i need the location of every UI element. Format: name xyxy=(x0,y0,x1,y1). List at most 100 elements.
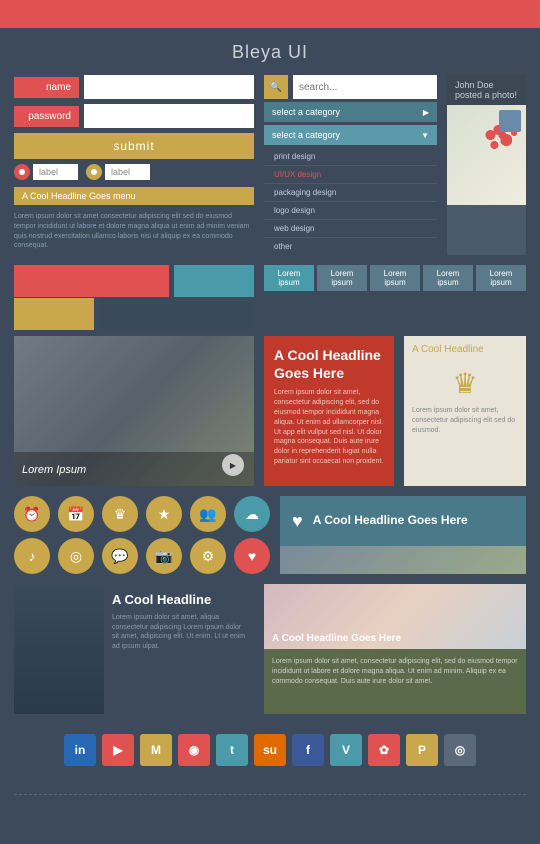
menu-item-print[interactable]: print design xyxy=(264,148,437,165)
icon-cloud[interactable]: ☁ xyxy=(234,496,270,532)
color-red xyxy=(14,265,169,297)
bottom-card-image xyxy=(14,584,104,714)
social-pinterest[interactable]: P xyxy=(406,734,438,766)
search-input[interactable] xyxy=(293,75,437,99)
social-vimeo[interactable]: V xyxy=(330,734,362,766)
icon-star[interactable]: ★ xyxy=(146,496,182,532)
bottom-card-text: Lorem ipsum dolor sit amet, aliqua conse… xyxy=(112,613,246,652)
menu-item-web[interactable]: web design xyxy=(264,220,437,237)
icon-heart[interactable]: ♥ xyxy=(234,538,270,574)
menu-item-logo[interactable]: logo design xyxy=(264,202,437,219)
password-label: password xyxy=(14,106,79,127)
radio-row: label label xyxy=(14,164,254,180)
image-card-label: Lorem Ipsum xyxy=(22,464,86,476)
crown-card-title: A Cool Headline xyxy=(412,344,518,355)
icon-users[interactable]: 👥 xyxy=(190,496,226,532)
radio-circle-1 xyxy=(14,164,30,180)
icon-crown[interactable]: ♛ xyxy=(102,496,138,532)
social-other[interactable]: ◎ xyxy=(444,734,476,766)
social-facebook[interactable]: f xyxy=(292,734,324,766)
bottom-card-right: A Cool Headline Goes Here Lorem ipsum do… xyxy=(264,584,526,714)
heart-icon: ♥ xyxy=(292,511,303,532)
row-5: A Cool Headline Lorem ipsum dolor sit am… xyxy=(14,584,526,714)
form-text: Lorem ipsum dolor sit amet consectetur a… xyxy=(14,212,254,251)
bottom-right-image: A Cool Headline Goes Here xyxy=(264,584,526,649)
tab-2[interactable]: Lorem ipsum xyxy=(317,265,367,291)
color-gold xyxy=(14,298,94,330)
bottom-right-text-section: Lorem ipsum dolor sit amet, consectetur … xyxy=(264,649,526,714)
heart-box: ♥ A Cool Headline Goes Here xyxy=(280,496,526,546)
overlay-headline: A Cool Headline Goes Here xyxy=(272,633,401,644)
menu-item-other[interactable]: other xyxy=(264,238,437,255)
tab-1[interactable]: Lorem ipsum xyxy=(264,265,314,291)
radio-item-1[interactable]: label xyxy=(14,164,78,180)
menu-item-packaging[interactable]: packaging design xyxy=(264,184,437,201)
play-button[interactable]: ▶ xyxy=(222,454,244,476)
social-youtube[interactable]: ▶ xyxy=(102,734,134,766)
name-input[interactable] xyxy=(84,75,254,99)
dropdown-1[interactable]: select a category ▶ xyxy=(264,102,437,122)
dropdown-1-label: select a category xyxy=(272,107,340,117)
dropdown-2[interactable]: select a category ▼ xyxy=(264,125,437,145)
social-gmail[interactable]: M xyxy=(140,734,172,766)
social-image xyxy=(447,105,526,205)
radio-circle-2 xyxy=(86,164,102,180)
row-4: ⏰ 📅 ♛ ★ 👥 ☁ ♪ ◎ 💬 📷 ⚙ ♥ ♥ A Cool Headlin… xyxy=(14,496,526,574)
headline-card-title: A Cool Headline Goes Here xyxy=(274,346,384,382)
social-twitter[interactable]: t xyxy=(216,734,248,766)
icon-chat[interactable]: 💬 xyxy=(102,538,138,574)
social-linkedin[interactable]: in xyxy=(64,734,96,766)
name-label: name xyxy=(14,77,79,98)
color-row-1 xyxy=(14,265,254,293)
bottom-card-content: A Cool Headline Lorem ipsum dolor sit am… xyxy=(104,584,254,714)
menu-item-uiux[interactable]: UI/UX design xyxy=(264,166,437,183)
form-section: name password submit label xyxy=(14,75,254,255)
crown-card-text: Lorem ipsum dolor sit amet, consectetur … xyxy=(412,406,518,435)
icon-row-1: ⏰ 📅 ♛ ★ 👥 ☁ xyxy=(14,496,270,532)
icon-calendar[interactable]: 📅 xyxy=(58,496,94,532)
banner-image xyxy=(280,546,526,574)
password-row: password xyxy=(14,104,254,128)
image-card: Lorem Ipsum ▶ xyxy=(14,336,254,486)
icon-share[interactable]: ◎ xyxy=(58,538,94,574)
footer-line xyxy=(14,794,526,795)
dropdown-menu: print design UI/UX design packaging desi… xyxy=(264,148,437,255)
color-teal xyxy=(174,265,254,297)
radio-inner-2 xyxy=(91,169,97,175)
radio-inner-1 xyxy=(19,169,25,175)
tab-5[interactable]: Lorem ipsum xyxy=(476,265,526,291)
icon-camera[interactable]: 📷 xyxy=(146,538,182,574)
dropdown-arrow-1: ▶ xyxy=(423,108,429,117)
radio-label-2: label xyxy=(105,164,150,180)
color-row-2 xyxy=(14,298,254,326)
radio-item-2[interactable]: label xyxy=(86,164,150,180)
tab-3[interactable]: Lorem ipsum xyxy=(370,265,420,291)
tabs-row: Lorem ipsum Lorem ipsum Lorem ipsum Lore… xyxy=(264,265,526,291)
row-1: name password submit label xyxy=(14,75,526,255)
tab-4[interactable]: Lorem ipsum xyxy=(423,265,473,291)
search-row: 🔍 xyxy=(264,75,437,99)
crown-icon: ♛ xyxy=(412,367,518,400)
radio-label-1: label xyxy=(33,164,78,180)
page-title: Bleya UI xyxy=(0,28,540,75)
heart-banner-section: ♥ A Cool Headline Goes Here xyxy=(280,496,526,574)
bottom-card-title: A Cool Headline xyxy=(112,592,246,609)
main-content: name password submit label xyxy=(0,75,540,786)
bottom-card-left: A Cool Headline Lorem ipsum dolor sit am… xyxy=(14,584,254,714)
icon-music[interactable]: ♪ xyxy=(14,538,50,574)
search-button[interactable]: 🔍 xyxy=(264,75,288,99)
row-2: Lorem ipsum Lorem ipsum Lorem ipsum Lore… xyxy=(14,265,526,326)
dropdown-arrow-2: ▼ xyxy=(421,131,429,140)
dropdown-2-label: select a category xyxy=(272,130,340,140)
color-boxes xyxy=(14,265,254,326)
heart-title: A Cool Headline Goes Here xyxy=(313,513,468,529)
icon-alarm[interactable]: ⏰ xyxy=(14,496,50,532)
social-stumble[interactable]: su xyxy=(254,734,286,766)
submit-button[interactable]: submit xyxy=(14,133,254,159)
password-input[interactable] xyxy=(84,104,254,128)
social-footer: in ▶ M ◉ t su f V ✿ P ◎ xyxy=(14,724,526,772)
headline-card: A Cool Headline Goes Here Lorem ipsum do… xyxy=(264,336,394,486)
social-flickr[interactable]: ✿ xyxy=(368,734,400,766)
icon-gear[interactable]: ⚙ xyxy=(190,538,226,574)
social-rss[interactable]: ◉ xyxy=(178,734,210,766)
